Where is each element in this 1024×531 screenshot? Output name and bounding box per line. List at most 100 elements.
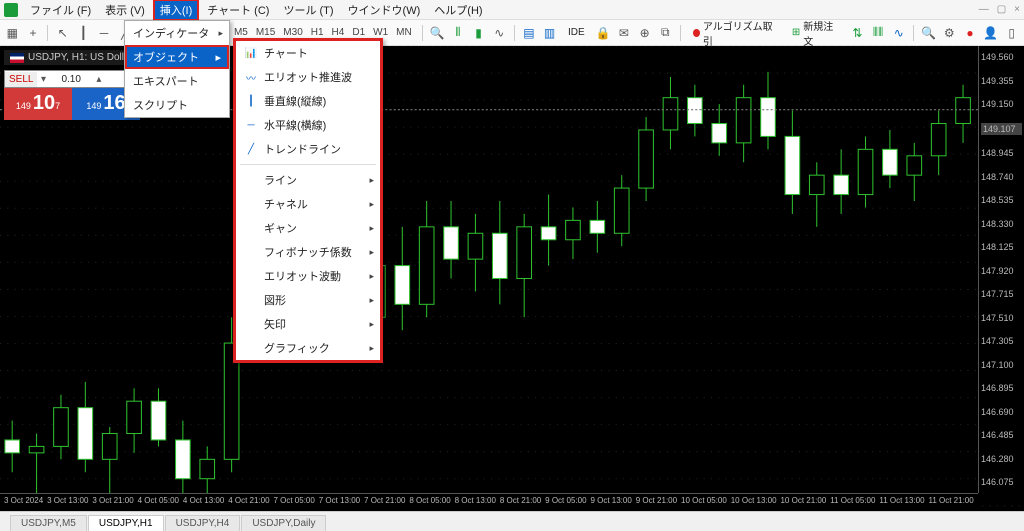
- chart-tab[interactable]: USDJPY,H4: [165, 515, 241, 531]
- window-close[interactable]: ×: [1014, 4, 1020, 15]
- dd-experts[interactable]: エキスパート: [125, 69, 229, 93]
- settings-icon[interactable]: ⚙: [941, 24, 958, 42]
- menu-chart[interactable]: チャート (C): [201, 0, 275, 20]
- dd-object-submenu[interactable]: フィボナッチ係数: [236, 240, 380, 264]
- menu-help[interactable]: ヘルプ(H): [428, 0, 488, 20]
- menu-insert[interactable]: 挿入(I): [153, 0, 199, 21]
- notification-icon[interactable]: ⊕: [636, 24, 653, 42]
- zoom-in-icon[interactable]: 🔍: [429, 24, 446, 42]
- dd-indicators[interactable]: インディケータ: [125, 21, 229, 45]
- price-tick: 147.305: [981, 336, 1022, 346]
- chart-tab[interactable]: USDJPY,H1: [88, 515, 164, 531]
- search-icon[interactable]: 🔍: [920, 24, 937, 42]
- time-tick: 3 Oct 2024: [4, 496, 43, 509]
- dd-object-item[interactable]: ─水平線(横線): [236, 113, 380, 137]
- price-tick: 147.510: [981, 313, 1022, 323]
- mail-icon[interactable]: ✉: [616, 24, 633, 42]
- menu-tools[interactable]: ツール (T): [277, 0, 339, 20]
- insert-menu-dropdown: インディケータ オブジェクト エキスパート スクリプト: [124, 20, 230, 118]
- time-tick: 4 Oct 05:00: [138, 496, 179, 509]
- window-minimize[interactable]: —: [979, 4, 989, 15]
- navigator-icon[interactable]: ▤: [521, 24, 538, 42]
- app-logo-icon: [4, 3, 18, 17]
- time-tick: 9 Oct 13:00: [590, 496, 631, 509]
- chart-tab[interactable]: USDJPY,Daily: [241, 515, 326, 531]
- copy-icon[interactable]: ⧉: [657, 24, 674, 42]
- indicators-icon[interactable]: ⦀⦀: [870, 24, 887, 42]
- price-tick: 148.125: [981, 242, 1022, 252]
- profile-icon[interactable]: 👤: [982, 24, 999, 42]
- price-tick: 146.895: [981, 383, 1022, 393]
- dd-object-submenu[interactable]: 図形: [236, 288, 380, 312]
- object-icon: ╱: [244, 142, 258, 156]
- lock-icon[interactable]: 🔒: [595, 24, 612, 42]
- autotrade-icon[interactable]: ⇅: [849, 24, 866, 42]
- menu-view[interactable]: 表示 (V): [99, 0, 151, 20]
- time-tick: 11 Oct 13:00: [879, 496, 924, 509]
- chart-tab[interactable]: USDJPY,M5: [10, 515, 87, 531]
- algo-trading-button[interactable]: アルゴリズム取引: [687, 16, 782, 50]
- crosshair-icon[interactable]: +: [25, 24, 42, 42]
- dd-objects[interactable]: オブジェクト: [125, 45, 229, 69]
- objects-submenu: 📊チャート〰エリオット推進波┃垂直線(縦線)─水平線(横線)╱トレンドライン ラ…: [233, 38, 383, 363]
- line-chart-icon[interactable]: ∿: [491, 24, 508, 42]
- lot-increase[interactable]: ▴: [93, 74, 105, 85]
- separator: [913, 25, 914, 41]
- time-tick: 9 Oct 21:00: [636, 496, 677, 509]
- signal-icon[interactable]: ∿: [890, 24, 907, 42]
- separator: [47, 25, 48, 41]
- dd-object-submenu[interactable]: ライン: [236, 168, 380, 192]
- signal-bars-icon[interactable]: ▯: [1003, 24, 1020, 42]
- market-watch-icon[interactable]: ▥: [541, 24, 558, 42]
- cursor-icon[interactable]: ↖: [54, 24, 71, 42]
- time-tick: 10 Oct 21:00: [780, 496, 826, 509]
- time-tick: 4 Oct 21:00: [228, 496, 269, 509]
- current-price-label: 149.107: [981, 123, 1022, 135]
- dd-object-item[interactable]: ╱トレンドライン: [236, 137, 380, 161]
- menu-window[interactable]: ウインドウ(W): [342, 0, 427, 20]
- dd-object-item[interactable]: 📊チャート: [236, 41, 380, 65]
- object-icon: 📊: [244, 46, 258, 60]
- ide-button[interactable]: IDE: [562, 25, 591, 40]
- alert-icon[interactable]: ●: [962, 24, 979, 42]
- time-tick: 3 Oct 13:00: [47, 496, 88, 509]
- new-chart-icon[interactable]: ▦: [4, 24, 21, 42]
- price-tick: 146.280: [981, 454, 1022, 464]
- dd-object-submenu[interactable]: エリオット波動: [236, 264, 380, 288]
- sell-header-label: SELL: [5, 72, 37, 87]
- object-icon: ┃: [244, 94, 258, 108]
- time-tick: 7 Oct 13:00: [319, 496, 360, 509]
- separator: [514, 25, 515, 41]
- dd-scripts[interactable]: スクリプト: [125, 93, 229, 117]
- price-tick: 149.560: [981, 52, 1022, 62]
- dd-object-item[interactable]: 〰エリオット推進波: [236, 65, 380, 89]
- dd-object-submenu[interactable]: グラフィック: [236, 336, 380, 360]
- price-tick: 148.535: [981, 195, 1022, 205]
- price-tick: 146.690: [981, 407, 1022, 417]
- price-tick: 146.075: [981, 477, 1022, 487]
- lot-value[interactable]: 0.10: [49, 72, 92, 87]
- time-tick: 11 Oct 21:00: [928, 496, 973, 509]
- price-tick: 147.920: [981, 266, 1022, 276]
- dd-object-submenu[interactable]: チャネル: [236, 192, 380, 216]
- dd-object-item[interactable]: ┃垂直線(縦線): [236, 89, 380, 113]
- lot-input-row: SELL ▾ 0.10 ▴: [4, 70, 140, 88]
- price-tick: 147.715: [981, 289, 1022, 299]
- timeframe-mn[interactable]: MN: [392, 25, 416, 40]
- dd-object-submenu[interactable]: 矢印: [236, 312, 380, 336]
- hline-icon[interactable]: ─: [96, 24, 113, 42]
- vline-icon[interactable]: ┃: [75, 24, 92, 42]
- chart-tabs: USDJPY,M5USDJPY,H1USDJPY,H4USDJPY,Daily: [0, 511, 1024, 531]
- one-click-trade-panel: SELL ▾ 0.10 ▴ 149107 14916: [4, 70, 140, 120]
- sell-button[interactable]: 149107: [4, 88, 72, 120]
- bar-chart-icon[interactable]: ⦀: [450, 24, 467, 42]
- lot-decrease[interactable]: ▾: [37, 74, 49, 85]
- dd-object-submenu[interactable]: ギャン: [236, 216, 380, 240]
- time-tick: 3 Oct 21:00: [92, 496, 133, 509]
- flag-icon: [10, 53, 24, 63]
- new-order-button[interactable]: ⊞新規注文: [786, 16, 845, 50]
- candle-chart-icon[interactable]: ▮: [470, 24, 487, 42]
- menu-file[interactable]: ファイル (F): [24, 0, 97, 20]
- separator: [680, 25, 681, 41]
- window-maximize[interactable]: ▢: [997, 4, 1006, 15]
